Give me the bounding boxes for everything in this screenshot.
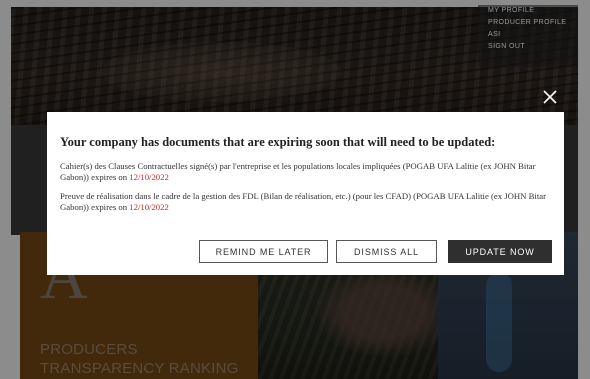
profile-menu-list: MY PROFILE PRODUCER PROFILE ASI SIGN OUT [478, 5, 578, 53]
menu-item-sign-out[interactable]: SIGN OUT [488, 41, 578, 53]
remind-later-button[interactable]: REMIND ME LATER [199, 240, 328, 263]
menu-item-producer-profile[interactable]: PRODUCER PROFILE [488, 17, 578, 29]
expiry-date: 12/10/2022 [129, 172, 169, 182]
menu-item-asi[interactable]: ASI [488, 29, 578, 41]
expiring-documents-modal: Your company has documents that are expi… [47, 112, 564, 275]
close-icon [543, 90, 557, 104]
dismiss-all-button[interactable]: DISMISS ALL [336, 240, 437, 263]
page: A PRODUCERS TRANSPARENCY RANKING MY PROF… [0, 0, 590, 379]
modal-heading: Your company has documents that are expi… [60, 135, 496, 149]
expiry-date: 12/10/2022 [129, 202, 169, 212]
document-item: Preuve de réalisation dans le cadre de l… [60, 191, 551, 213]
update-now-button[interactable]: UPDATE NOW [448, 240, 552, 263]
profile-menu: MY PROFILE PRODUCER PROFILE ASI SIGN OUT [478, 5, 578, 67]
menu-item-my-profile[interactable]: MY PROFILE [488, 5, 578, 17]
close-button[interactable] [539, 86, 561, 108]
document-item: Cahier(s) des Clauses Contractuelles sig… [60, 161, 551, 183]
